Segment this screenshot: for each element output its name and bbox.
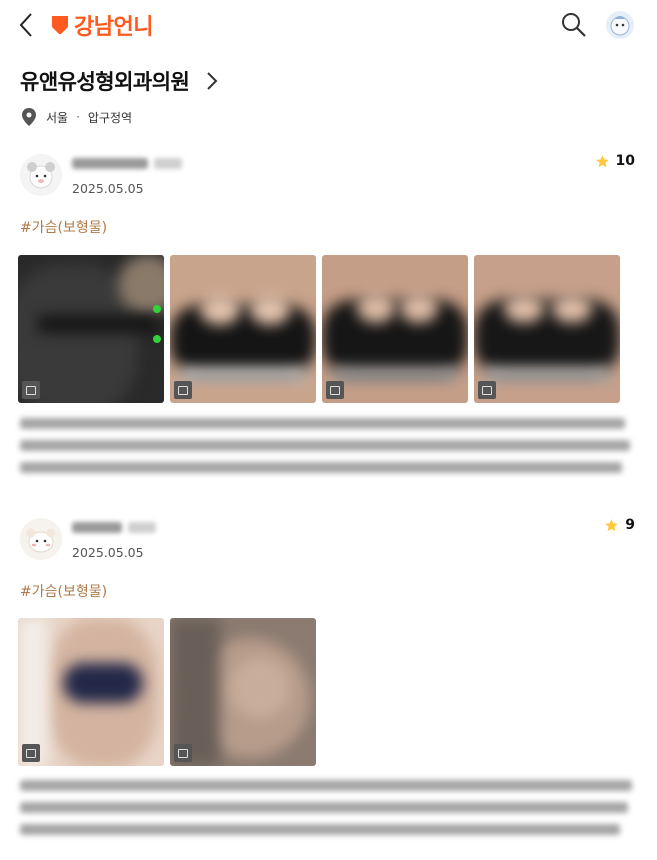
review-score: 10: [595, 153, 635, 169]
back-button[interactable]: [14, 10, 40, 40]
search-button[interactable]: [560, 11, 588, 39]
photo-gallery-icon: [174, 744, 192, 762]
reviewer-avatar: [20, 518, 62, 560]
review-text-blurred[interactable]: [20, 418, 630, 484]
reviewer-name-blurred: [72, 154, 182, 172]
avatar-icon: [610, 16, 630, 36]
hospital-title-link[interactable]: 유앤유성형외과의원: [20, 64, 221, 98]
review-photo[interactable]: [170, 618, 316, 766]
review-score-value: 9: [625, 517, 635, 533]
location-separator: ·: [76, 110, 80, 124]
chevron-right-icon: [207, 72, 218, 90]
photo-gallery-icon: [22, 744, 40, 762]
review-photo[interactable]: [18, 618, 164, 766]
chevron-left-icon: [19, 13, 32, 37]
review-photos: [18, 255, 620, 403]
animal-avatar-icon: [20, 518, 62, 560]
location-region: 서울: [46, 110, 69, 125]
photo-gallery-icon: [174, 381, 192, 399]
review-date: 2025.05.05: [72, 181, 144, 196]
top-bar: 강남언니: [0, 0, 657, 50]
photo-gallery-icon: [478, 381, 496, 399]
bear-avatar-icon: [20, 154, 62, 196]
review-photos: [18, 618, 316, 766]
map-pin-icon: [22, 108, 36, 126]
hospital-location: 서울 · 압구정역: [22, 107, 132, 127]
logo-icon: [52, 16, 68, 34]
treatment-tag[interactable]: #가슴(보형물): [20, 217, 107, 237]
review-score-value: 10: [615, 153, 635, 169]
reviewer-name-blurred: [72, 518, 156, 536]
hospital-name: 유앤유성형외과의원: [20, 70, 190, 94]
search-icon: [562, 13, 586, 37]
review-photo[interactable]: [474, 255, 620, 403]
app-logo[interactable]: 강남언니: [50, 10, 153, 40]
photo-gallery-icon: [22, 381, 40, 399]
review-text-blurred[interactable]: [20, 780, 632, 846]
star-icon: [605, 518, 618, 531]
treatment-tag[interactable]: #가슴(보형물): [20, 581, 107, 601]
review-photo[interactable]: [18, 255, 164, 403]
logo-text: 강남언니: [74, 15, 153, 40]
profile-avatar-button[interactable]: [606, 11, 634, 39]
review-date: 2025.05.05: [72, 545, 144, 560]
reviewer-avatar: [20, 154, 62, 196]
review-score: 9: [604, 517, 635, 533]
star-icon: [595, 154, 609, 167]
review-photo[interactable]: [322, 255, 468, 403]
location-district: 압구정역: [87, 110, 133, 125]
review-photo[interactable]: [170, 255, 316, 403]
photo-gallery-icon: [326, 381, 344, 399]
